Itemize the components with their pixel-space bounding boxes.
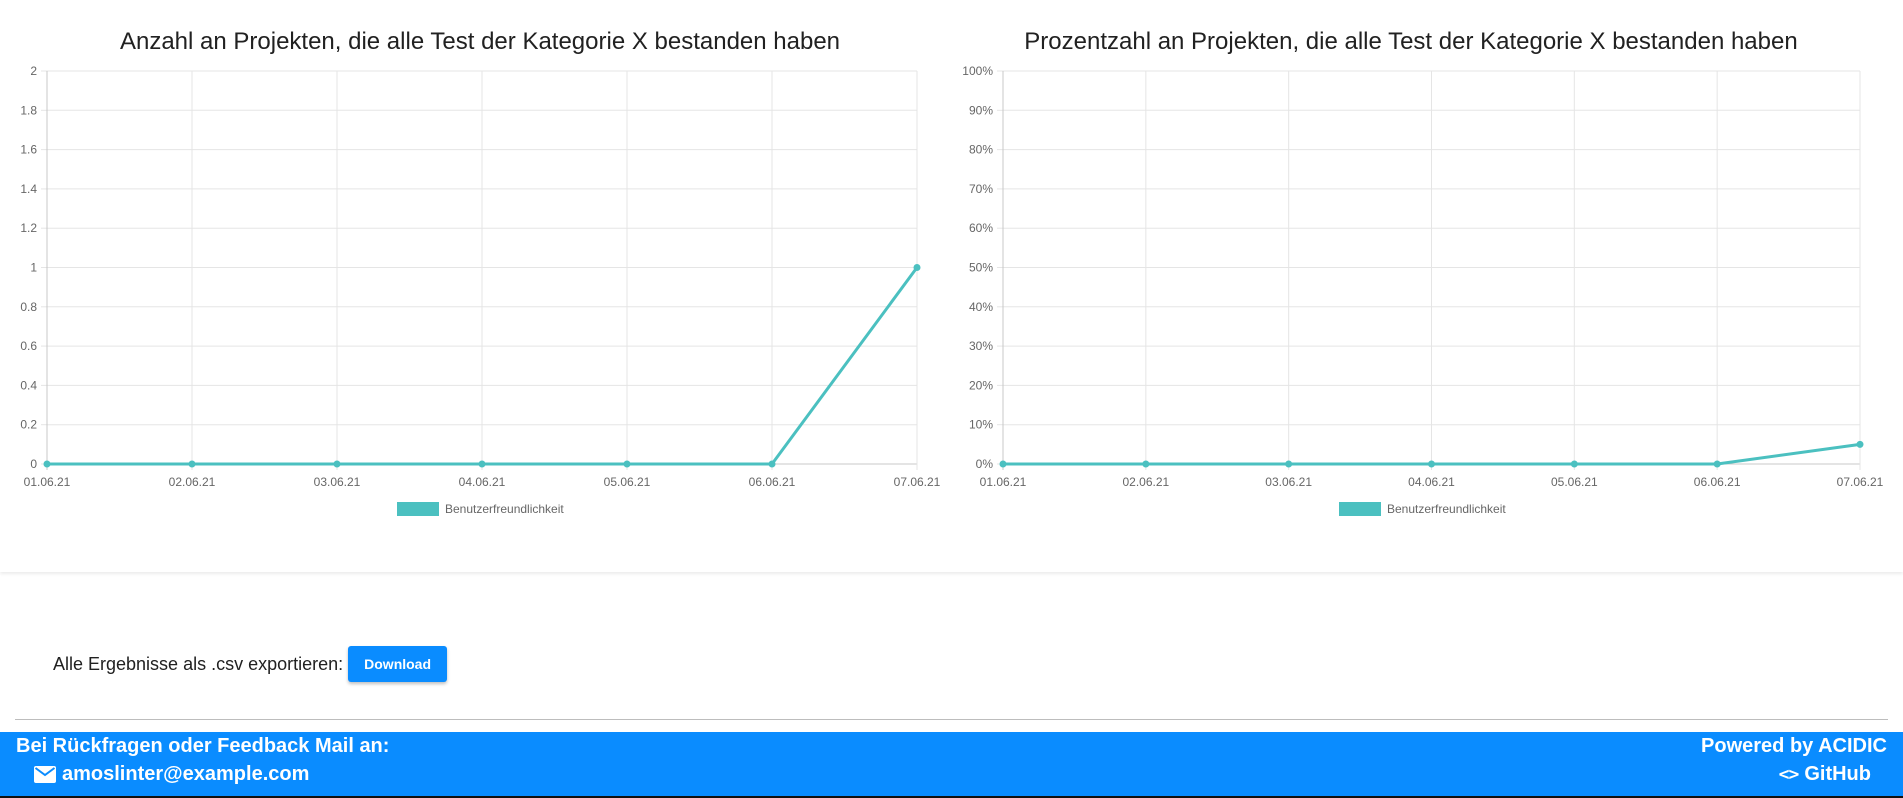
- x-tick-label: 04.06.21: [459, 475, 506, 489]
- y-tick-label: 0: [30, 457, 37, 471]
- count-chart-panel: Anzahl an Projekten, die alle Test der K…: [0, 0, 950, 540]
- x-tick-label: 01.06.21: [980, 475, 1027, 489]
- download-button[interactable]: Download: [348, 646, 448, 682]
- y-tick-label: 60%: [969, 221, 993, 235]
- data-point: [768, 460, 776, 468]
- email-address: amoslinter@example.com: [62, 763, 310, 785]
- footer-divider: [15, 719, 1888, 720]
- charts-card: Anzahl an Projekten, die alle Test der K…: [0, 0, 1903, 572]
- percent-chart-panel: Prozentzahl an Projekten, die alle Test …: [950, 0, 1903, 540]
- export-row: Alle Ergebnisse als .csv exportieren: Do…: [53, 646, 448, 682]
- x-tick-label: 02.06.21: [169, 475, 216, 489]
- feedback-title: Bei Rückfragen oder Feedback Mail an:: [16, 735, 390, 757]
- legend-label: Benutzerfreundlichkeit: [445, 502, 564, 516]
- x-tick-label: 01.06.21: [24, 475, 71, 489]
- y-tick-label: 50%: [969, 261, 993, 275]
- legend-swatch: [1339, 502, 1381, 516]
- data-point: [1570, 460, 1578, 468]
- y-tick-label: 90%: [969, 103, 993, 117]
- x-tick-label: 06.06.21: [749, 475, 796, 489]
- y-tick-label: 10%: [969, 418, 993, 432]
- y-tick-label: 1: [30, 261, 37, 275]
- y-tick-label: 100%: [962, 64, 993, 78]
- y-tick-label: 0.6: [20, 339, 37, 353]
- legend-swatch: [397, 502, 439, 516]
- y-tick-label: 1.4: [20, 182, 37, 196]
- count-chart: 0 0.2 0.4 0.6 0.8 1 1.2 1.4 1.6 1.8 2 01.06.21 02.06…: [20, 64, 941, 516]
- data-point: [1142, 460, 1150, 468]
- x-tick-label: 05.06.21: [604, 475, 651, 489]
- y-tick-label: 80%: [969, 143, 993, 157]
- export-label: Alle Ergebnisse als .csv exportieren:: [53, 653, 344, 674]
- dashboard-page: Anzahl an Projekten, die alle Test der K…: [0, 0, 1903, 798]
- x-tick-label: 07.06.21: [894, 475, 941, 489]
- x-tick-label: 06.06.21: [1694, 475, 1741, 489]
- y-tick-label: 0.2: [20, 418, 37, 432]
- footer: Bei Rückfragen oder Feedback Mail an: am…: [0, 732, 1903, 798]
- x-tick-label: 04.06.21: [1408, 475, 1455, 489]
- data-point: [1856, 440, 1864, 448]
- y-tick-label: 0%: [976, 457, 994, 471]
- github-link[interactable]: <> GitHub: [1779, 763, 1871, 786]
- x-tick-label: 05.06.21: [1551, 475, 1598, 489]
- powered-by: Powered by ACIDIC: [1701, 735, 1887, 757]
- x-tick-label: 02.06.21: [1122, 475, 1169, 489]
- y-tick-label: 1.8: [20, 103, 37, 117]
- data-point: [1428, 460, 1435, 468]
- y-tick-label: 0.8: [20, 300, 37, 314]
- data-point: [1285, 460, 1293, 468]
- mail-icon: [34, 766, 56, 783]
- code-icon: <>: [1778, 764, 1800, 785]
- y-tick-label: 30%: [969, 339, 993, 353]
- mail-link[interactable]: amoslinter@example.com: [34, 763, 309, 786]
- x-tick-label: 03.06.21: [314, 475, 361, 489]
- y-tick-label: 0.4: [20, 378, 37, 392]
- data-point: [913, 264, 921, 271]
- data-point: [623, 460, 631, 468]
- data-point: [999, 460, 1007, 468]
- y-tick-label: 20%: [969, 378, 993, 392]
- y-tick-label: 40%: [969, 300, 993, 314]
- y-tick-label: 70%: [969, 182, 993, 196]
- github-label: GitHub: [1804, 763, 1871, 785]
- data-point: [43, 460, 51, 468]
- data-point: [333, 460, 341, 468]
- legend-label: Benutzerfreundlichkeit: [1387, 502, 1506, 516]
- data-point: [478, 460, 486, 468]
- y-tick-label: 2: [30, 64, 37, 78]
- y-tick-label: 1.2: [20, 221, 37, 235]
- y-tick-label: 1.6: [20, 143, 37, 157]
- x-tick-label: 03.06.21: [1265, 475, 1312, 489]
- data-point: [188, 460, 196, 468]
- data-point: [1713, 460, 1721, 468]
- x-tick-label: 07.06.21: [1837, 475, 1884, 489]
- percent-chart: 0% 10% 20% 30% 40% 50% 60% 70% 80% 90% 100% 01.06.2…: [962, 64, 1884, 516]
